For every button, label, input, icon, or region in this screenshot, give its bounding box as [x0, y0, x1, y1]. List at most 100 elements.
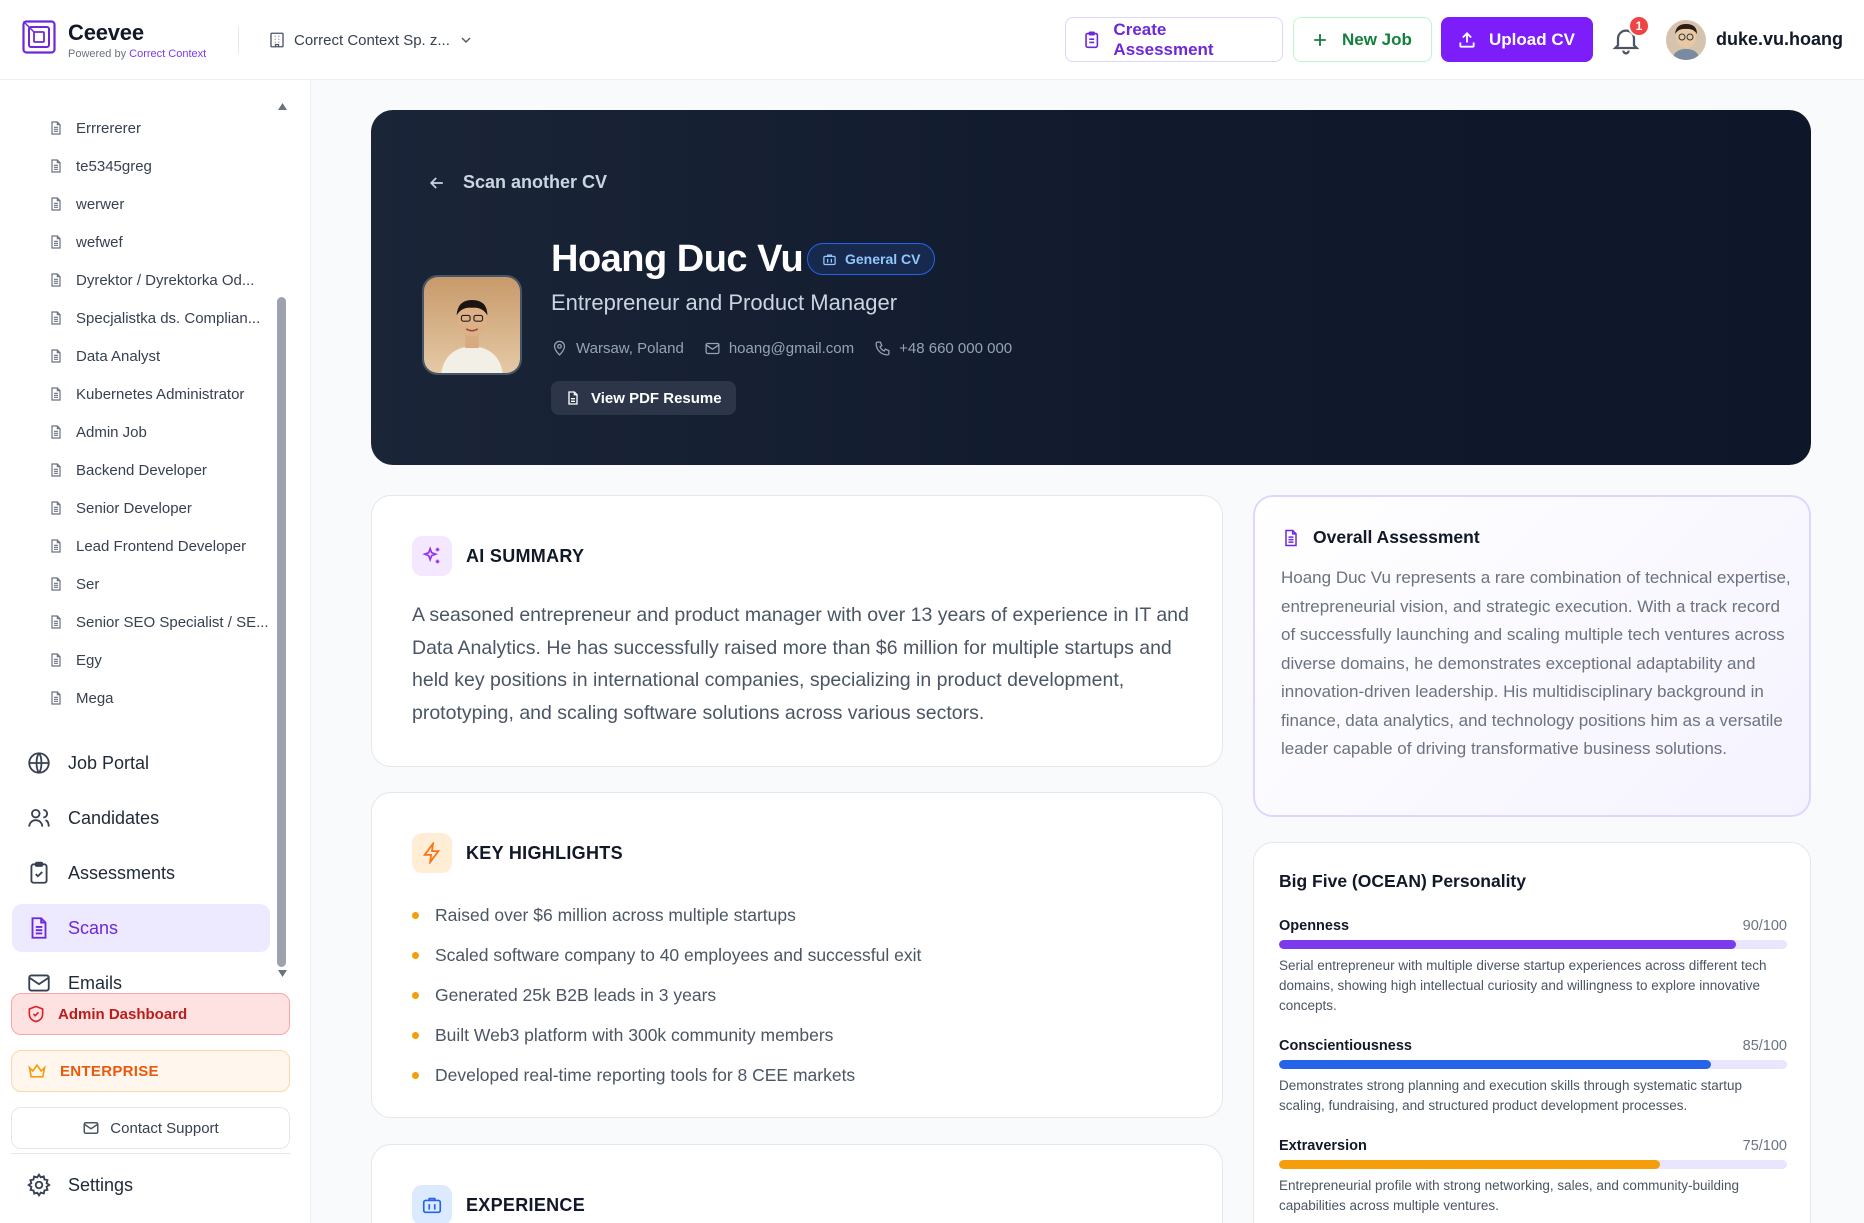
admin-dashboard-button[interactable]: Admin Dashboard	[11, 993, 290, 1035]
scan-item[interactable]: Backend Developer	[48, 458, 207, 482]
bullet-dot	[412, 1071, 419, 1079]
ai-summary-title: AI SUMMARY	[466, 545, 585, 566]
document-icon	[51, 615, 61, 629]
overall-assessment-header: Overall Assessment	[1281, 527, 1480, 548]
key-highlights-card: KEY HIGHLIGHTS Raised over $6 million ac…	[371, 792, 1223, 1118]
nav-job-portal-label: Job Portal	[68, 752, 150, 773]
document-icon	[51, 387, 61, 401]
overall-assessment-title: Overall Assessment	[1313, 527, 1480, 547]
ocean-personality-card: Big Five (OCEAN) Personality Openness 90/…	[1253, 842, 1811, 1223]
scan-item[interactable]: Specjalistka ds. Complian...	[48, 306, 260, 330]
email-info[interactable]: hoang@gmail.com	[704, 340, 854, 357]
nav-scans[interactable]: Scans	[12, 904, 270, 952]
overall-assessment-text: Hoang Duc Vu represents a rare combinati…	[1281, 568, 1791, 758]
organization-switcher[interactable]: Correct Context Sp. z...	[268, 28, 474, 52]
candidate-role: Entrepreneur and Product Manager	[551, 290, 898, 315]
scan-item-label: te5345greg	[76, 157, 152, 175]
scan-item[interactable]: Senior Developer	[48, 496, 192, 520]
document-icon	[51, 463, 61, 477]
mail-icon	[83, 1122, 99, 1134]
trait-progress-bar	[1279, 940, 1787, 949]
new-job-button[interactable]: New Job	[1293, 17, 1432, 62]
trait-progress-fill	[1279, 1060, 1711, 1069]
sidebar-scrollbar-thumb[interactable]	[277, 297, 286, 967]
nav-candidates-label: Candidates	[68, 807, 160, 828]
powered-prefix: Powered by	[68, 48, 127, 60]
new-job-label: New Job	[1342, 29, 1412, 49]
arrow-left-icon	[429, 176, 443, 189]
scan-item[interactable]: Errrererer	[48, 116, 141, 140]
username[interactable]: duke.vu.hoang	[1716, 29, 1843, 50]
document-icon	[51, 501, 61, 515]
nav-assessments-label: Assessments	[68, 862, 176, 883]
document-icon	[51, 121, 61, 135]
scan-item[interactable]: Egy	[48, 648, 102, 672]
contact-support-button[interactable]: Contact Support	[11, 1107, 290, 1149]
trait-progress-fill	[1279, 1160, 1660, 1169]
scan-item-label: Lead Frontend Developer	[76, 537, 247, 555]
brand-name: Ceevee	[68, 20, 144, 45]
trait-header: Extraversion 75/100	[1279, 1138, 1787, 1154]
scan-item[interactable]: te5345greg	[48, 154, 152, 178]
scan-item[interactable]: Kubernetes Administrator	[48, 382, 244, 406]
user-avatar[interactable]	[1666, 20, 1706, 60]
trait-description: Demonstrates strong planning and executi…	[1279, 1078, 1742, 1113]
create-assessment-button[interactable]: Create Assessment	[1065, 17, 1283, 62]
bullet-dot	[412, 991, 419, 999]
phone-info[interactable]: +48 660 000 000	[874, 340, 1012, 357]
nav-job-portal[interactable]: Job Portal	[12, 739, 270, 787]
document-icon	[51, 349, 61, 363]
document-icon	[51, 653, 61, 667]
nav-candidates[interactable]: Candidates	[12, 794, 270, 842]
highlights-list: Raised over $6 million across multiple s…	[412, 895, 921, 1095]
nav-settings[interactable]: Settings	[12, 1161, 270, 1209]
document-icon	[51, 197, 61, 211]
scan-item[interactable]: Mega	[48, 686, 114, 710]
highlight-item: Developed real-time reporting tools for …	[412, 1055, 921, 1095]
bullet-dot	[412, 951, 419, 959]
scan-item-label: Data Analyst	[76, 347, 161, 365]
scan-item[interactable]: Dyrektor / Dyrektorka Od...	[48, 268, 254, 292]
admin-dashboard-label: Admin Dashboard	[58, 1005, 188, 1023]
scan-item[interactable]: Data Analyst	[48, 344, 160, 368]
document-icon	[51, 691, 61, 705]
notification-count-badge: 1	[1628, 15, 1650, 37]
gear-icon	[27, 1173, 51, 1197]
scan-item[interactable]: Ser	[48, 572, 99, 596]
scan-item[interactable]: wefwef	[48, 230, 123, 254]
scan-item-label: Errrererer	[76, 119, 142, 137]
trait-header: Openness 90/100	[1279, 918, 1787, 934]
sidebar-divider	[11, 1153, 290, 1154]
nav-assessments[interactable]: Assessments	[12, 849, 270, 897]
scroll-down-arrow-icon[interactable]	[278, 970, 287, 977]
ai-summary-text: A seasoned entrepreneur and product mana…	[412, 604, 1189, 724]
scan-item[interactable]: Lead Frontend Developer	[48, 534, 246, 558]
view-pdf-resume-button[interactable]: View PDF Resume	[551, 381, 736, 415]
upload-cv-button[interactable]: Upload CV	[1441, 17, 1593, 62]
highlight-item: Built Web3 platform with 300k community …	[412, 1015, 921, 1055]
trait-score: 90/100	[1742, 918, 1787, 934]
scan-another-cv-link[interactable]: Scan another CV	[427, 172, 607, 193]
scan-item-label: Admin Job	[76, 423, 147, 441]
scan-item[interactable]: Admin Job	[48, 420, 147, 444]
scan-item-label: wefwef	[76, 233, 123, 251]
scan-item[interactable]: Senior SEO Specialist / SE...	[48, 610, 269, 634]
scan-item-label: Backend Developer	[76, 461, 207, 479]
ai-summary-header: AI SUMMARY	[412, 536, 584, 576]
brand[interactable]: Ceevee Powered by Correct Context	[68, 20, 206, 60]
scan-another-cv-label: Scan another CV	[463, 172, 608, 192]
highlight-text: Scaled software company to 40 employees …	[435, 944, 922, 965]
location-info: Warsaw, Poland	[551, 340, 684, 357]
scroll-up-arrow-icon[interactable]	[278, 103, 287, 110]
scan-item[interactable]: werwer	[48, 192, 124, 216]
email-text: hoang@gmail.com	[728, 340, 855, 357]
shield-icon	[28, 1005, 44, 1023]
ceevee-logo-icon[interactable]	[22, 20, 56, 54]
file-icon	[568, 391, 578, 405]
top-bar: Ceevee Powered by Correct Context Correc…	[0, 0, 1864, 80]
trait-description: Serial entrepreneur with multiple divers…	[1279, 958, 1767, 1013]
scan-item-label: Senior SEO Specialist / SE...	[76, 613, 269, 631]
enterprise-plan-badge[interactable]: ENTERPRISE	[11, 1050, 290, 1092]
powered-brand: Correct Context	[129, 48, 207, 60]
bullet-dot	[412, 1031, 419, 1039]
